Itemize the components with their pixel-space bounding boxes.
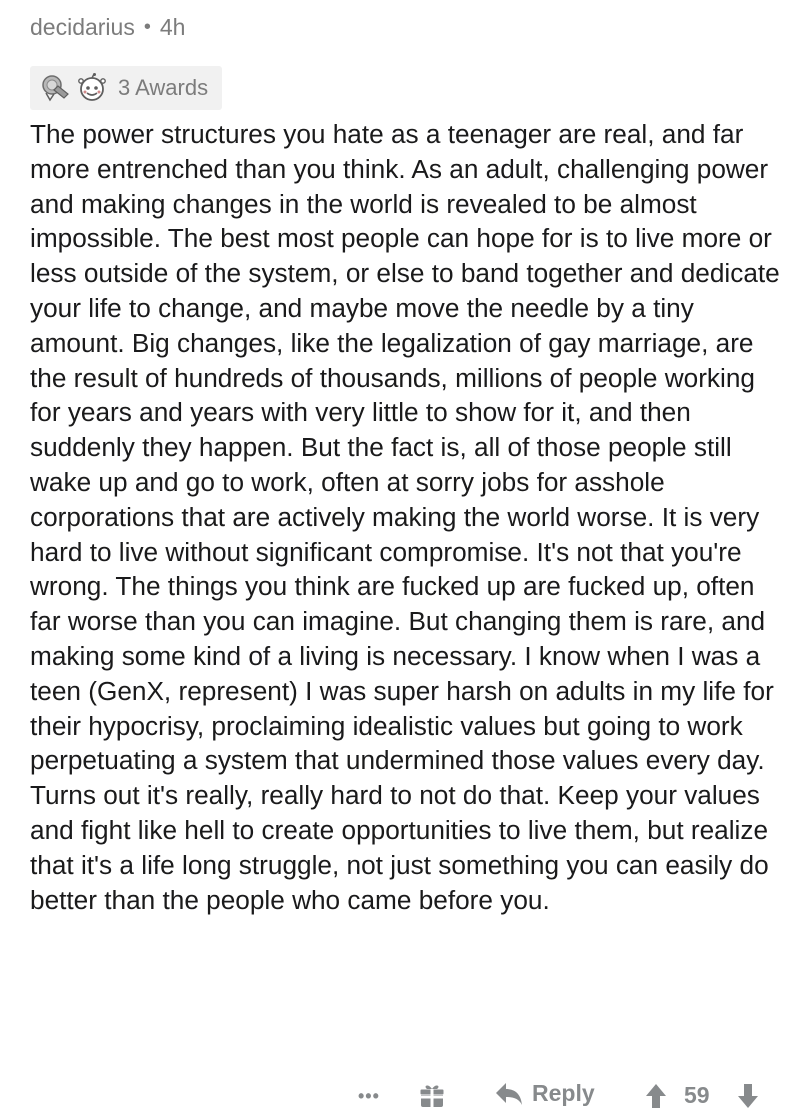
comment-action-bar: ••• Reply 59 (0, 1076, 800, 1116)
awards-badge[interactable]: 3 Awards (30, 66, 223, 110)
upvote-arrow-icon[interactable] (644, 1082, 668, 1116)
comment-timestamp[interactable]: 4h (160, 14, 186, 41)
gift-icon[interactable] (418, 1082, 446, 1110)
author-name[interactable]: decidarius (30, 14, 135, 41)
comment-body: The power structures you hate as a teena… (30, 119, 780, 915)
more-options-button[interactable]: ••• (358, 1086, 380, 1107)
vote-score: 59 (684, 1082, 710, 1108)
reply-arrow-icon (496, 1082, 522, 1105)
meta-separator: • (143, 16, 151, 38)
downvote-arrow-icon[interactable] (736, 1082, 760, 1116)
wholesome-award-icon (76, 72, 108, 104)
reply-label: Reply (532, 1080, 595, 1106)
reply-button[interactable]: Reply (494, 1080, 595, 1107)
silver-award-icon (40, 72, 72, 104)
comment-header: decidarius • 4h (30, 14, 185, 41)
awards-count-label: 3 Awards (118, 75, 209, 100)
